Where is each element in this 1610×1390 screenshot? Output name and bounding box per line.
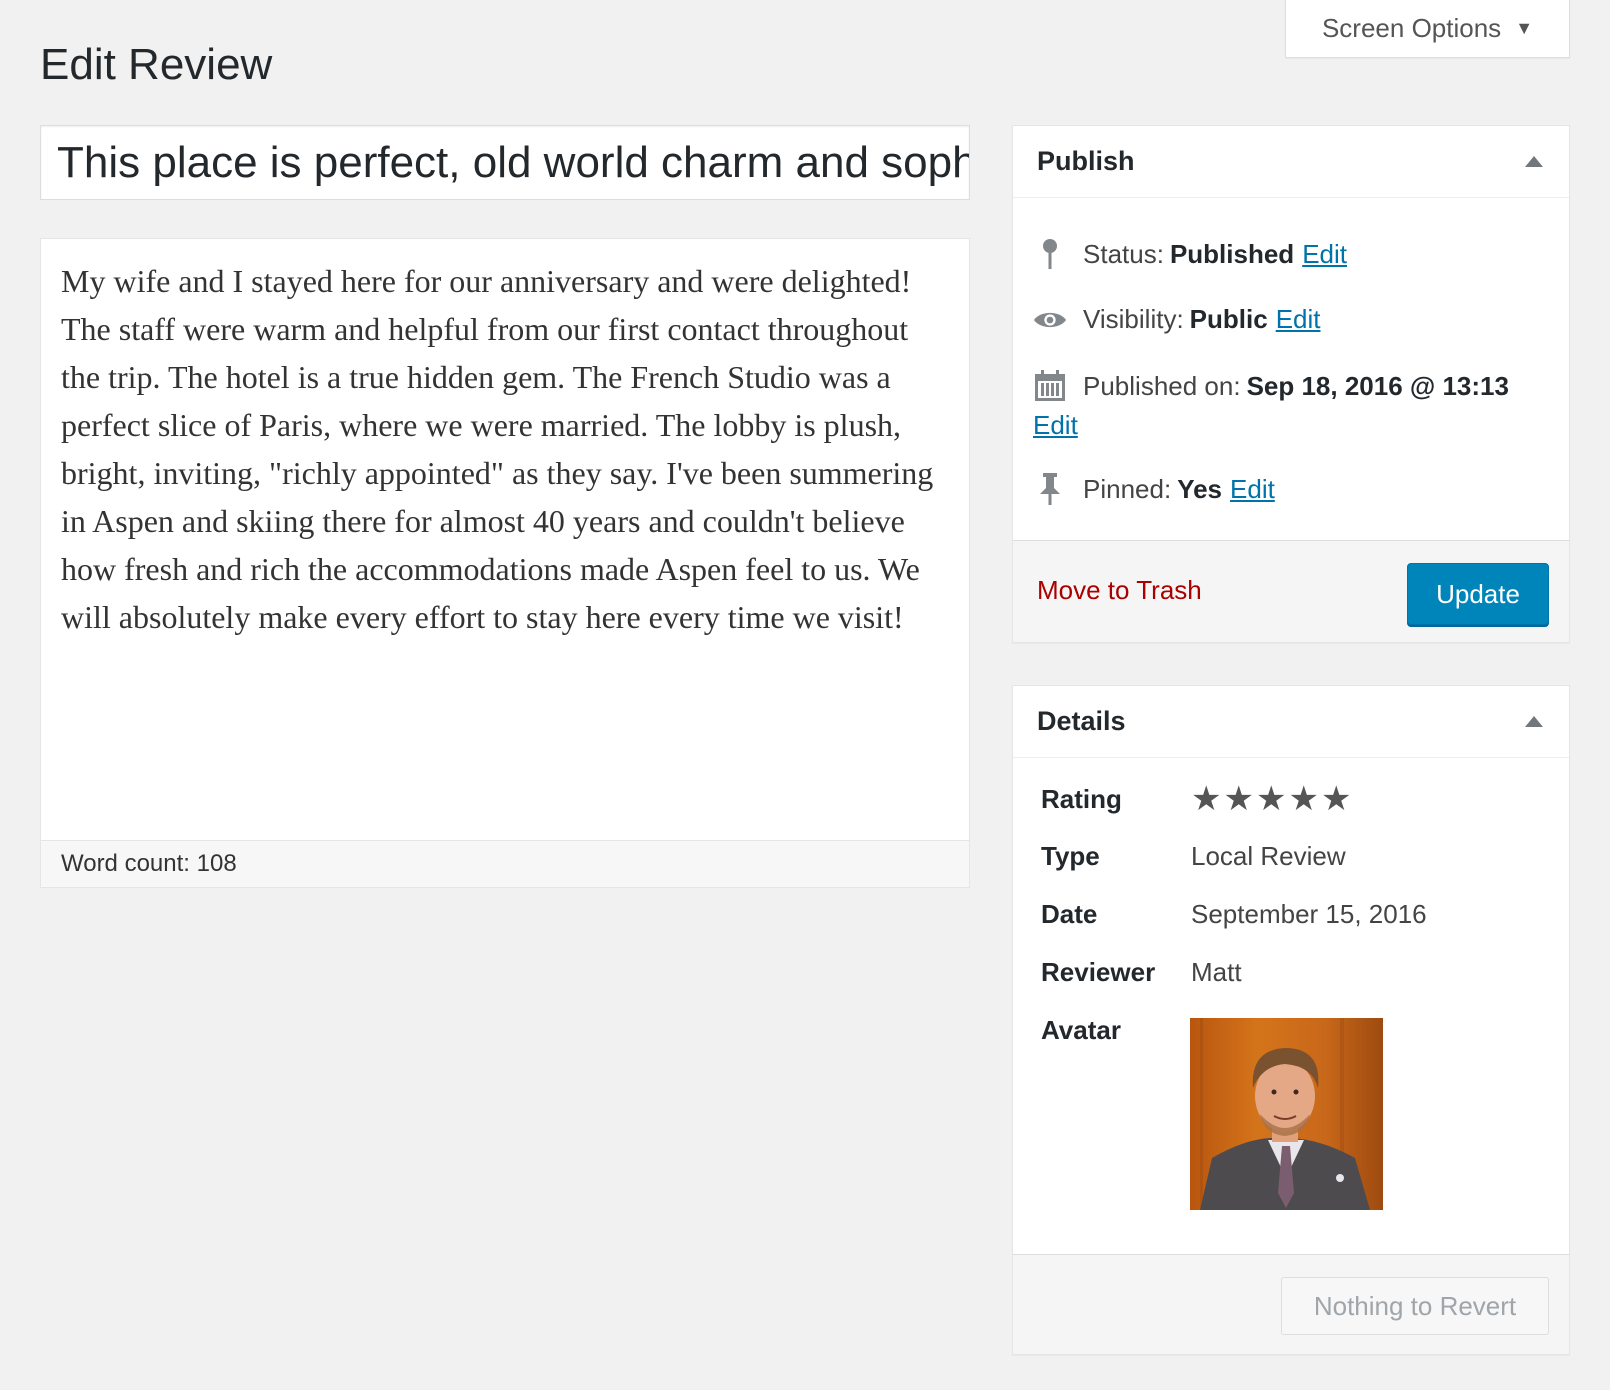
star-icon: ★ xyxy=(1255,780,1287,818)
revert-actions: Nothing to Revert xyxy=(1013,1254,1569,1354)
pushpin-icon xyxy=(1033,472,1067,506)
rating-label: Rating xyxy=(1041,783,1122,814)
rating-stars: ★ ★ ★ ★ ★ xyxy=(1191,782,1351,816)
publish-box: Publish Status: Published Edit Visibilit… xyxy=(1012,125,1570,643)
star-icon: ★ xyxy=(1288,780,1319,818)
visibility-row: Visibility: Public Edit xyxy=(1033,304,1549,335)
details-box-header[interactable]: Details xyxy=(1013,686,1569,758)
type-label: Type xyxy=(1041,841,1100,871)
nothing-to-revert-button: Nothing to Revert xyxy=(1281,1277,1549,1335)
rating-row: Rating ★ ★ ★ ★ ★ xyxy=(1041,782,1549,816)
calendar-icon xyxy=(1033,370,1067,402)
triangle-down-icon: ▼ xyxy=(1515,18,1534,38)
review-title-input[interactable]: This place is perfect, old world charm a… xyxy=(40,125,970,200)
review-content-textarea[interactable]: My wife and I stayed here for our annive… xyxy=(41,239,969,842)
screen-options-label: Screen Options xyxy=(1321,13,1502,43)
type-value: Local Review xyxy=(1191,841,1346,871)
pinned-row: Pinned: Yes Edit xyxy=(1033,472,1549,506)
eye-icon xyxy=(1033,309,1067,331)
word-count-label: Word count: xyxy=(61,850,190,877)
visibility-value: Public xyxy=(1189,304,1268,334)
star-icon: ★ xyxy=(1191,780,1222,818)
word-count-bar: Word count: 108 xyxy=(41,840,969,887)
visibility-label: Visibility: xyxy=(1083,304,1184,334)
published-on-label: Published on: xyxy=(1083,370,1241,401)
type-row: Type Local Review xyxy=(1041,841,1549,872)
location-pin-icon xyxy=(1033,238,1067,270)
review-content-editor: My wife and I stayed here for our annive… xyxy=(40,238,970,888)
reviewer-avatar-image xyxy=(1190,1018,1383,1210)
published-on-edit-row: Edit xyxy=(1033,410,1549,441)
edit-status-link[interactable]: Edit xyxy=(1302,239,1347,270)
publish-box-header[interactable]: Publish xyxy=(1013,126,1569,198)
reviewer-value: Matt xyxy=(1191,957,1242,987)
edit-pinned-link[interactable]: Edit xyxy=(1230,474,1275,505)
star-icon: ★ xyxy=(1223,780,1254,818)
page-title: Edit Review xyxy=(40,40,273,89)
publish-box-title: Publish xyxy=(1037,146,1135,176)
collapse-arrow-icon[interactable] xyxy=(1525,156,1543,167)
status-label: Status: xyxy=(1083,238,1164,269)
pinned-label: Pinned: xyxy=(1083,473,1172,504)
edit-published-on-link[interactable]: Edit xyxy=(1033,410,1078,441)
date-label: Date xyxy=(1041,899,1098,929)
date-row: Date September 15, 2016 xyxy=(1041,899,1549,930)
word-count-value: 108 xyxy=(196,850,237,877)
details-box-title: Details xyxy=(1037,706,1126,736)
publish-actions: Move to Trash Update xyxy=(1013,540,1569,642)
reviewer-label: Reviewer xyxy=(1041,957,1156,987)
screen-options-button[interactable]: Screen Options ▼ xyxy=(1285,0,1570,58)
status-value: Published xyxy=(1169,238,1295,269)
avatar-label: Avatar xyxy=(1041,1015,1121,1045)
published-on-row: Published on: Sep 18, 2016 @ 13:13 xyxy=(1033,370,1549,402)
collapse-arrow-icon[interactable] xyxy=(1525,716,1543,727)
move-to-trash-link[interactable]: Move to Trash xyxy=(1037,575,1202,606)
star-icon: ★ xyxy=(1320,780,1352,818)
date-value: September 15, 2016 xyxy=(1191,899,1427,929)
published-on-value: Sep 18, 2016 @ 13:13 xyxy=(1246,370,1509,401)
update-button[interactable]: Update xyxy=(1407,563,1549,625)
reviewer-row: Reviewer Matt xyxy=(1041,957,1549,988)
edit-visibility-link[interactable]: Edit xyxy=(1276,304,1321,335)
status-row: Status: Published Edit xyxy=(1033,238,1549,270)
pinned-value: Yes xyxy=(1177,473,1223,504)
